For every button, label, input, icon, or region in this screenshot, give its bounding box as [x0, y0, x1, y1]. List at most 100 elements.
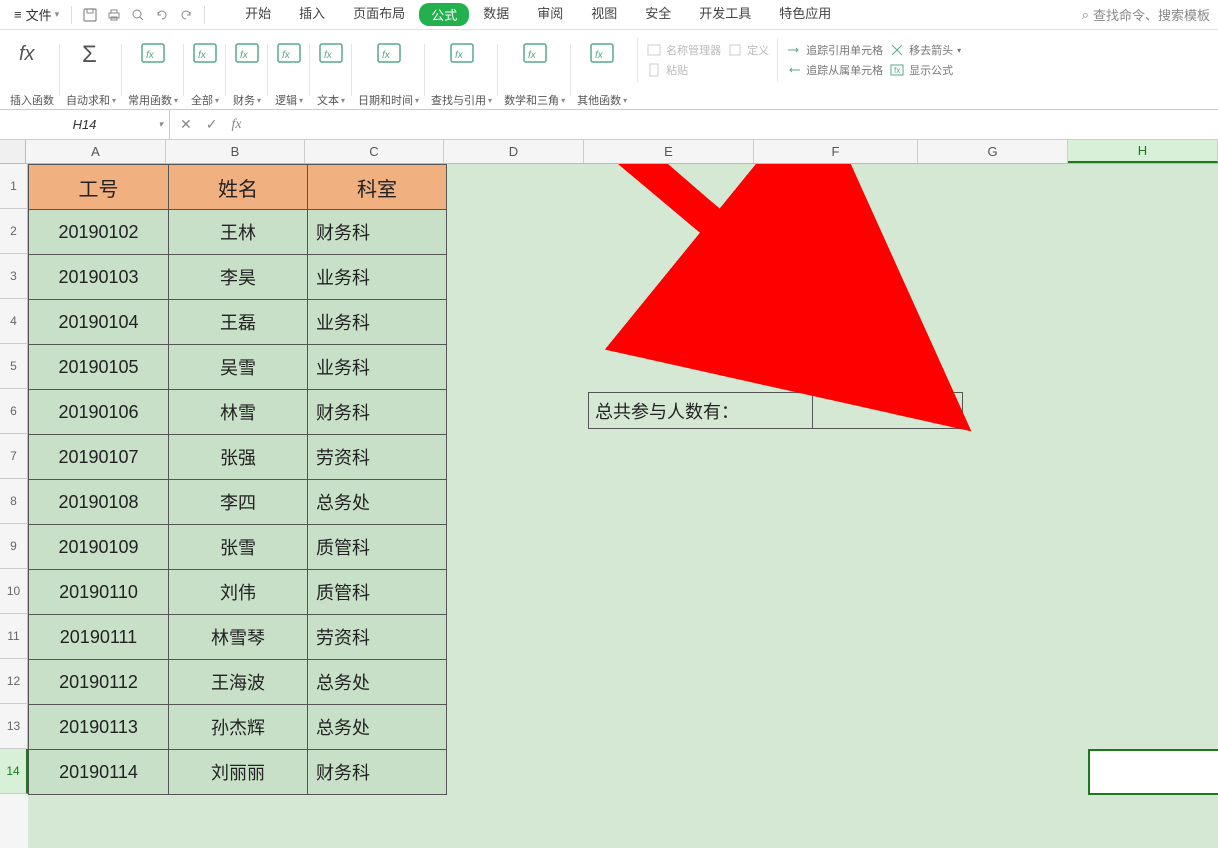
ribbon-查找与引用-button[interactable]: fx查找与引用▾	[425, 38, 498, 108]
column-header-A[interactable]: A	[26, 140, 166, 163]
undo-icon[interactable]	[153, 6, 171, 24]
paste-button[interactable]: 粘贴	[646, 62, 688, 78]
row-header-14[interactable]: 14	[0, 749, 28, 794]
cell[interactable]: 张强	[169, 435, 308, 480]
tab-开发工具[interactable]: 开发工具	[685, 3, 765, 26]
fx-icon[interactable]: fx	[231, 117, 241, 133]
name-manager-button[interactable]: 名称管理器	[646, 42, 721, 58]
row-header-11[interactable]: 11	[0, 614, 28, 659]
cell[interactable]: 劳资科	[308, 615, 447, 660]
row-header-12[interactable]: 12	[0, 659, 28, 704]
tab-数据[interactable]: 数据	[469, 3, 523, 26]
tab-页面布局[interactable]: 页面布局	[339, 3, 419, 26]
formula-input[interactable]	[252, 110, 1218, 139]
cell[interactable]: 20190113	[29, 705, 169, 750]
tab-开始[interactable]: 开始	[231, 3, 285, 26]
tab-审阅[interactable]: 审阅	[523, 3, 577, 26]
cell[interactable]: 王林	[169, 210, 308, 255]
row-header-2[interactable]: 2	[0, 209, 28, 254]
cell[interactable]: 刘丽丽	[169, 750, 308, 795]
header-cell[interactable]: 工号	[29, 165, 169, 210]
cell[interactable]: 20190104	[29, 300, 169, 345]
redo-icon[interactable]	[177, 6, 195, 24]
cell[interactable]: 总务处	[308, 660, 447, 705]
show-formulas-button[interactable]: fx 显示公式	[889, 62, 953, 78]
cell[interactable]: 王磊	[169, 300, 308, 345]
define-name-button[interactable]: 定义	[727, 42, 769, 58]
cell[interactable]: 孙杰辉	[169, 705, 308, 750]
summary-label-cell[interactable]: 总共参与人数有：	[589, 393, 813, 429]
tab-公式[interactable]: 公式	[419, 3, 469, 26]
cell[interactable]: 20190108	[29, 480, 169, 525]
ribbon-插入函数-button[interactable]: fx插入函数	[4, 38, 60, 108]
row-header-5[interactable]: 5	[0, 344, 28, 389]
cell[interactable]: 业务科	[308, 345, 447, 390]
cell[interactable]: 质管科	[308, 525, 447, 570]
ribbon-数学和三角-button[interactable]: fx数学和三角▾	[498, 38, 571, 108]
cell[interactable]: 王海波	[169, 660, 308, 705]
row-header-13[interactable]: 13	[0, 704, 28, 749]
summary-value-cell[interactable]: 13	[813, 393, 963, 429]
enter-icon[interactable]: ✓	[206, 116, 218, 133]
ribbon-日期和时间-button[interactable]: fx日期和时间▾	[352, 38, 425, 108]
row-header-10[interactable]: 10	[0, 569, 28, 614]
cell[interactable]: 20190106	[29, 390, 169, 435]
row-header-4[interactable]: 4	[0, 299, 28, 344]
ribbon-逻辑-button[interactable]: fx逻辑▾	[268, 38, 310, 108]
cell[interactable]: 20190112	[29, 660, 169, 705]
cell[interactable]: 吴雪	[169, 345, 308, 390]
cell[interactable]: 20190103	[29, 255, 169, 300]
row-header-7[interactable]: 7	[0, 434, 28, 479]
search-area[interactable]: ⌕ 查找命令、搜索模板	[1082, 5, 1210, 24]
column-header-F[interactable]: F	[754, 140, 918, 163]
cells-area[interactable]: 工号 姓名 科室 20190102王林财务科20190103李昊业务科20190…	[28, 164, 1218, 848]
column-header-G[interactable]: G	[918, 140, 1068, 163]
ribbon-全部-button[interactable]: fx全部▾	[184, 38, 226, 108]
row-header-9[interactable]: 9	[0, 524, 28, 569]
trace-dependents-button[interactable]: 追踪从属单元格	[786, 62, 883, 78]
row-header-1[interactable]: 1	[0, 164, 28, 209]
row-header-6[interactable]: 6	[0, 389, 28, 434]
tab-特色应用[interactable]: 特色应用	[765, 3, 845, 26]
file-menu-button[interactable]: ≡ 文件 ▾	[8, 5, 65, 24]
cell[interactable]: 张雪	[169, 525, 308, 570]
cell[interactable]: 质管科	[308, 570, 447, 615]
ribbon-常用函数-button[interactable]: fx常用函数▾	[122, 38, 184, 108]
cell[interactable]: 刘伟	[169, 570, 308, 615]
column-header-B[interactable]: B	[166, 140, 305, 163]
cell[interactable]: 总务处	[308, 480, 447, 525]
cell[interactable]: 20190114	[29, 750, 169, 795]
cell[interactable]: 劳资科	[308, 435, 447, 480]
cell[interactable]: 财务科	[308, 750, 447, 795]
cell[interactable]: 20190110	[29, 570, 169, 615]
print-icon[interactable]	[105, 6, 123, 24]
ribbon-财务-button[interactable]: fx财务▾	[226, 38, 268, 108]
cell[interactable]: 财务科	[308, 390, 447, 435]
cell[interactable]: 业务科	[308, 300, 447, 345]
column-header-E[interactable]: E	[584, 140, 754, 163]
cell[interactable]: 林雪琴	[169, 615, 308, 660]
cell[interactable]: 总务处	[308, 705, 447, 750]
column-header-H[interactable]: H	[1068, 140, 1218, 163]
cell[interactable]: 20190107	[29, 435, 169, 480]
cancel-icon[interactable]: ✕	[180, 116, 192, 133]
cell[interactable]: 20190105	[29, 345, 169, 390]
cell[interactable]: 20190109	[29, 525, 169, 570]
ribbon-其他函数-button[interactable]: fx其他函数▾	[571, 38, 633, 108]
cell[interactable]: 业务科	[308, 255, 447, 300]
save-icon[interactable]	[81, 6, 99, 24]
cell[interactable]: 20190102	[29, 210, 169, 255]
print-preview-icon[interactable]	[129, 6, 147, 24]
cell[interactable]: 20190111	[29, 615, 169, 660]
row-header-8[interactable]: 8	[0, 479, 28, 524]
column-header-D[interactable]: D	[444, 140, 584, 163]
cell[interactable]: 李昊	[169, 255, 308, 300]
row-header-3[interactable]: 3	[0, 254, 28, 299]
header-cell[interactable]: 科室	[308, 165, 447, 210]
ribbon-自动求和-button[interactable]: Σ自动求和▾	[60, 38, 122, 108]
tab-插入[interactable]: 插入	[285, 3, 339, 26]
cell[interactable]: 财务科	[308, 210, 447, 255]
name-box[interactable]: H14 ▾	[0, 110, 170, 139]
ribbon-文本-button[interactable]: fx文本▾	[310, 38, 352, 108]
trace-precedents-button[interactable]: 追踪引用单元格	[786, 42, 883, 58]
